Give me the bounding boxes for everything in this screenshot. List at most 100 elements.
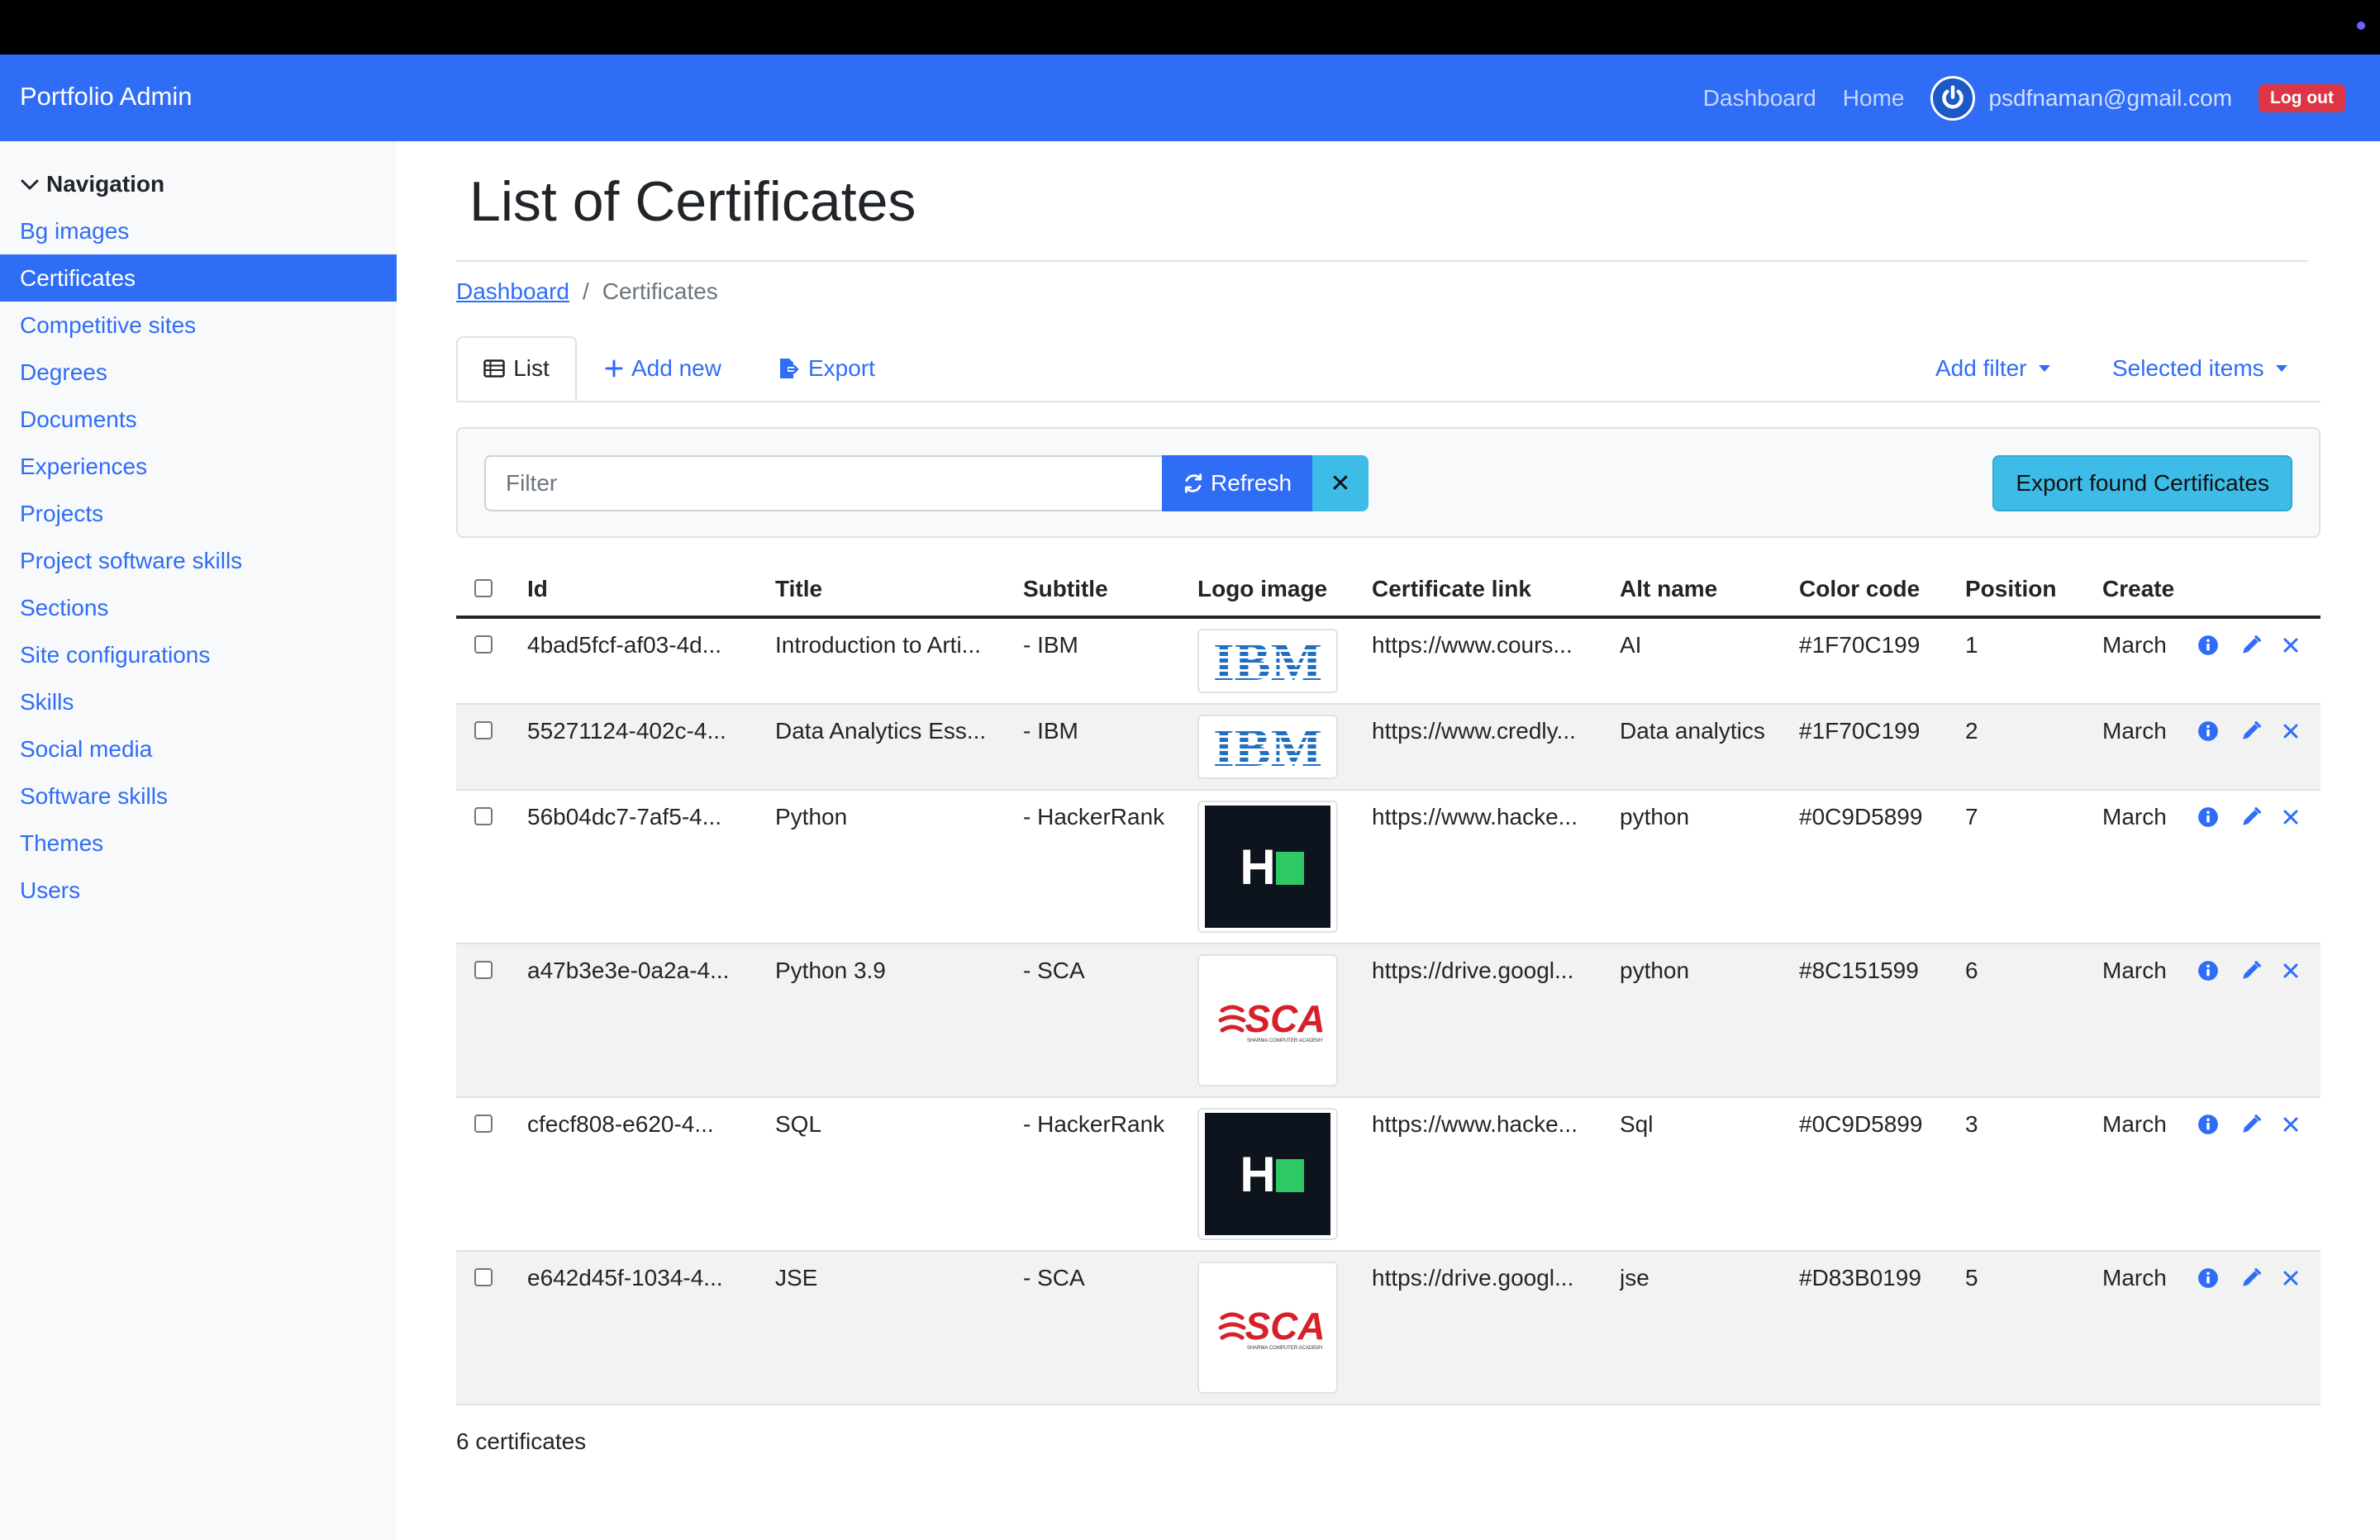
nav-link-home[interactable]: Home bbox=[1843, 85, 1905, 112]
row-edit-button[interactable] bbox=[2240, 1113, 2263, 1136]
status-dot bbox=[2357, 21, 2365, 30]
column-header-position[interactable]: Position bbox=[1965, 576, 2056, 602]
cell-color-code: #8C151599 bbox=[1799, 958, 1919, 983]
row-edit-button[interactable] bbox=[2240, 720, 2263, 743]
row-edit-button[interactable] bbox=[2240, 1267, 2263, 1290]
sidebar-item-competitive-sites[interactable]: Competitive sites bbox=[0, 302, 397, 349]
cell-created: March bbox=[2102, 1265, 2167, 1290]
sidebar-heading[interactable]: Navigation bbox=[20, 171, 164, 197]
refresh-button[interactable]: Refresh bbox=[1162, 455, 1312, 511]
sidebar-item-social-media[interactable]: Social media bbox=[0, 725, 397, 772]
row-select-checkbox[interactable] bbox=[474, 1268, 493, 1286]
nav-link-dashboard[interactable]: Dashboard bbox=[1703, 85, 1816, 112]
tabs: List Add new Export Add filter Selected … bbox=[456, 336, 2320, 402]
add-filter-dropdown[interactable]: Add filter bbox=[1935, 336, 2050, 401]
table-header: Id Title Subtitle Logo image Certificate… bbox=[456, 564, 2320, 619]
cell-id[interactable]: 56b04dc7-7af5-4... bbox=[527, 804, 759, 830]
row-delete-button[interactable] bbox=[2279, 1267, 2302, 1290]
sca-logo-text: SCA bbox=[1245, 1305, 1325, 1348]
user-email[interactable]: psdfnaman@gmail.com bbox=[1988, 85, 2232, 112]
row-delete-button[interactable] bbox=[2279, 959, 2302, 982]
row-edit-button[interactable] bbox=[2240, 959, 2263, 982]
caret-down-icon bbox=[2275, 365, 2287, 372]
table-row[interactable]: e642d45f-1034-4... JSE - SCA SCA SHARMA COMP… bbox=[456, 1252, 2320, 1405]
sidebar-item-project-software-skills[interactable]: Project software skills bbox=[0, 537, 397, 584]
row-info-button[interactable] bbox=[2197, 1267, 2220, 1290]
column-header-id[interactable]: Id bbox=[527, 576, 548, 602]
sidebar-item-software-skills[interactable]: Software skills bbox=[0, 772, 397, 820]
row-info-button[interactable] bbox=[2197, 720, 2220, 743]
row-delete-button[interactable] bbox=[2279, 806, 2302, 829]
cell-alt-name: python bbox=[1620, 804, 1690, 829]
cell-certificate-link[interactable]: https://www.hacke... bbox=[1372, 1111, 1607, 1138]
certificates-table: Id Title Subtitle Logo image Certificate… bbox=[456, 564, 2320, 1405]
column-header-logo-image[interactable]: Logo image bbox=[1197, 576, 1327, 602]
sidebar-item-skills[interactable]: Skills bbox=[0, 678, 397, 725]
select-all-checkbox[interactable] bbox=[474, 579, 493, 597]
sidebar-item-users[interactable]: Users bbox=[0, 867, 397, 914]
row-delete-button[interactable] bbox=[2279, 634, 2302, 657]
row-delete-button[interactable] bbox=[2279, 720, 2302, 743]
row-edit-button[interactable] bbox=[2240, 806, 2263, 829]
row-edit-button[interactable] bbox=[2240, 634, 2263, 657]
column-header-certificate-link[interactable]: Certificate link bbox=[1372, 576, 1531, 602]
filter-input[interactable] bbox=[484, 455, 1164, 511]
table-row[interactable]: a47b3e3e-0a2a-4... Python 3.9 - SCA SCA SHAR… bbox=[456, 944, 2320, 1098]
cell-id[interactable]: 55271124-402c-4... bbox=[527, 718, 759, 744]
tab-add-new[interactable]: Add new bbox=[605, 336, 721, 401]
cell-subtitle: - SCA bbox=[1023, 958, 1085, 983]
logout-button[interactable]: Log out bbox=[2259, 84, 2345, 112]
cell-certificate-link[interactable]: https://www.credly... bbox=[1372, 718, 1607, 744]
row-info-button[interactable] bbox=[2197, 806, 2220, 829]
cell-id[interactable]: a47b3e3e-0a2a-4... bbox=[527, 958, 759, 984]
row-select-checkbox[interactable] bbox=[474, 635, 493, 654]
tab-export[interactable]: Export bbox=[777, 336, 875, 401]
table-row[interactable]: 56b04dc7-7af5-4... Python - HackerRank Hhtt… bbox=[456, 791, 2320, 944]
column-header-title[interactable]: Title bbox=[775, 576, 822, 602]
cell-alt-name: jse bbox=[1620, 1265, 1649, 1290]
sidebar-item-experiences[interactable]: Experiences bbox=[0, 443, 397, 490]
export-found-button[interactable]: Export found Certificates bbox=[1992, 455, 2292, 511]
table-row[interactable]: cfecf808-e620-4... SQL - HackerRank Hhttps:… bbox=[456, 1098, 2320, 1252]
row-select-checkbox[interactable] bbox=[474, 1115, 493, 1133]
column-header-color-code[interactable]: Color code bbox=[1799, 576, 1920, 602]
cell-certificate-link[interactable]: https://www.hacke... bbox=[1372, 804, 1607, 830]
row-select-checkbox[interactable] bbox=[474, 961, 493, 979]
cell-certificate-link[interactable]: https://drive.googl... bbox=[1372, 1265, 1607, 1291]
sidebar-item-sections[interactable]: Sections bbox=[0, 584, 397, 631]
cell-subtitle: - HackerRank bbox=[1023, 1111, 1165, 1137]
cell-certificate-link[interactable]: https://www.cours... bbox=[1372, 632, 1607, 658]
breadcrumb-dashboard-link[interactable]: Dashboard bbox=[456, 278, 569, 305]
row-select-checkbox[interactable] bbox=[474, 807, 493, 825]
row-select-checkbox[interactable] bbox=[474, 721, 493, 739]
table-row[interactable]: 55271124-402c-4... Data Analytics Ess... -… bbox=[456, 705, 2320, 791]
sidebar-item-certificates[interactable]: Certificates bbox=[0, 254, 397, 302]
clear-filter-button[interactable]: ✕ bbox=[1312, 455, 1368, 511]
info-icon bbox=[2198, 1268, 2218, 1288]
sidebar-item-site-configurations[interactable]: Site configurations bbox=[0, 631, 397, 678]
avatar[interactable] bbox=[1930, 76, 1976, 121]
cell-certificate-link[interactable]: https://drive.googl... bbox=[1372, 958, 1607, 984]
sidebar-item-bg-images[interactable]: Bg images bbox=[0, 207, 397, 254]
delete-icon bbox=[2283, 638, 2298, 653]
breadcrumb: Dashboard / Certificates bbox=[456, 278, 718, 305]
row-info-button[interactable] bbox=[2197, 1113, 2220, 1136]
row-delete-button[interactable] bbox=[2279, 1113, 2302, 1136]
tab-list[interactable]: List bbox=[456, 336, 577, 401]
sidebar-item-documents[interactable]: Documents bbox=[0, 396, 397, 443]
cell-id[interactable]: 4bad5fcf-af03-4d... bbox=[527, 632, 759, 658]
table-row[interactable]: 4bad5fcf-af03-4d... Introduction to Arti.… bbox=[456, 619, 2320, 705]
sidebar-item-themes[interactable]: Themes bbox=[0, 820, 397, 867]
cell-id[interactable]: cfecf808-e620-4... bbox=[527, 1111, 759, 1138]
breadcrumb-separator: / bbox=[582, 278, 589, 304]
column-header-created[interactable]: Create bbox=[2102, 576, 2177, 602]
row-info-button[interactable] bbox=[2197, 634, 2220, 657]
sidebar-item-projects[interactable]: Projects bbox=[0, 490, 397, 537]
sidebar-item-degrees[interactable]: Degrees bbox=[0, 349, 397, 396]
column-header-subtitle[interactable]: Subtitle bbox=[1023, 576, 1108, 602]
cell-id[interactable]: e642d45f-1034-4... bbox=[527, 1265, 759, 1291]
column-header-alt-name[interactable]: Alt name bbox=[1620, 576, 1717, 602]
brand[interactable]: Portfolio Admin bbox=[20, 82, 193, 112]
selected-items-dropdown[interactable]: Selected items bbox=[2112, 336, 2287, 401]
row-info-button[interactable] bbox=[2197, 959, 2220, 982]
